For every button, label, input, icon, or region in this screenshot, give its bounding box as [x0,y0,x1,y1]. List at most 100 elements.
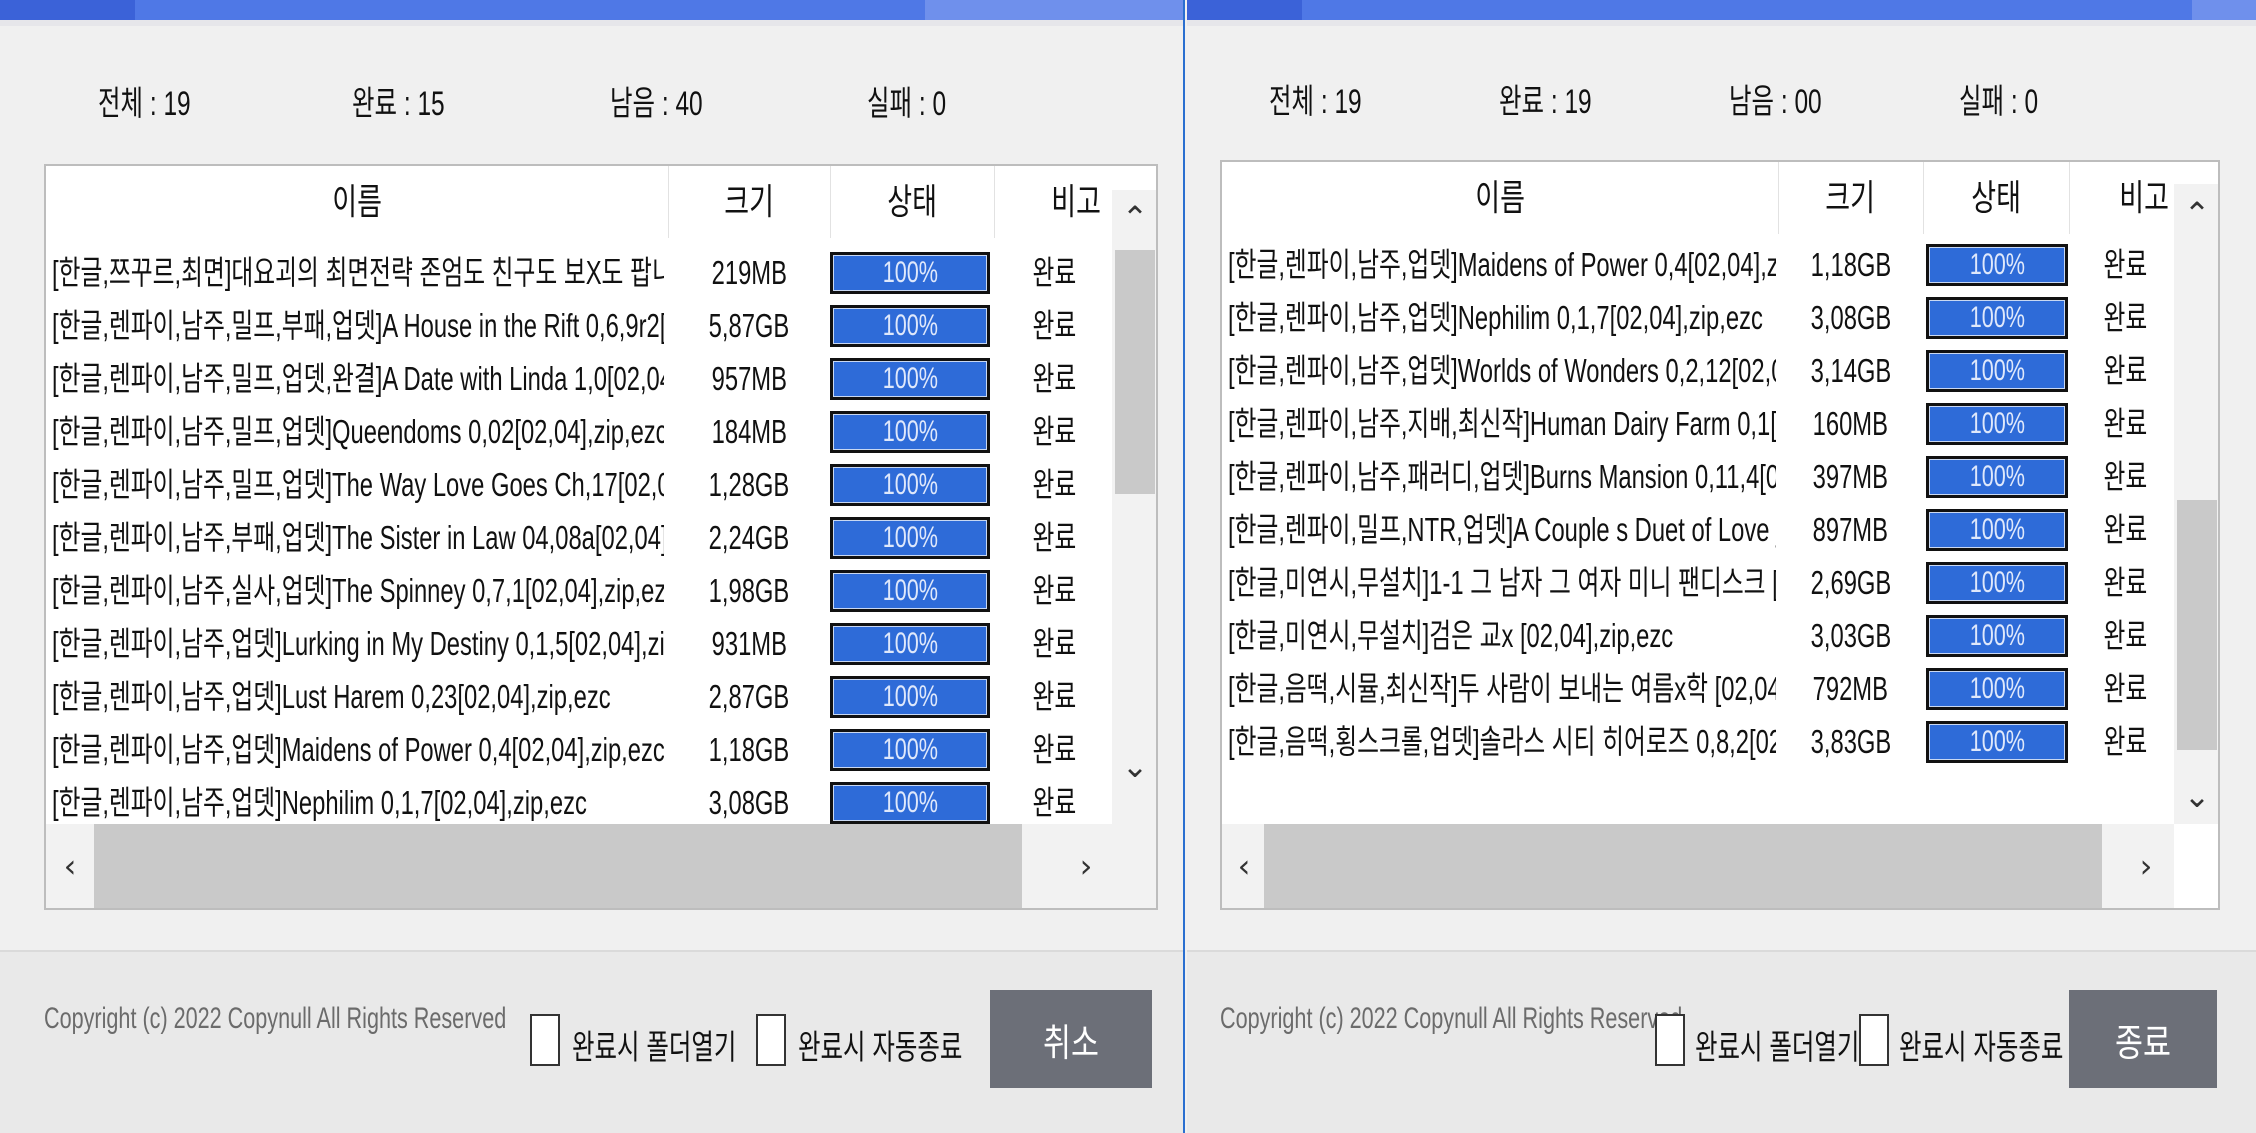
horizontal-scrollbar[interactable]: ‹ › [1222,824,2174,908]
column-header-size[interactable]: 크기 [1778,162,1923,234]
footer: Copyright (c) 2022 Copynull All Rights R… [0,950,1183,1133]
progress-bar: 100% [830,305,990,347]
column-header-name[interactable]: 이름 [1222,162,1778,234]
file-size: 3,08GB [708,784,790,821]
status-note: 완료 [2103,405,2147,442]
file-name: [한글,렌파이,남주,업뎃]Nephilim 0,1,7[02,04],zip,… [52,784,587,821]
open-folder-checkbox[interactable] [1655,1014,1685,1066]
column-header-size[interactable]: 크기 [668,166,830,238]
auto-exit-checkbox[interactable] [1859,1014,1889,1066]
progress-percent: 100% [1969,407,2025,440]
progress-percent: 100% [882,362,938,395]
table-row[interactable]: [한글,쯔꾸르,최면]대요괴의 최면전략 존엄도 친구도 보X도 팝니다 219M… [46,246,1156,299]
file-size: 1,28GB [708,466,790,503]
status-note: 완료 [2103,299,2147,336]
stat-total: 전체 : 19 [1269,83,1362,121]
progress-percent: 100% [882,680,938,713]
progress-percent: 100% [882,574,938,607]
vertical-scrollbar[interactable]: ⌃ ⌄ [1112,190,1156,908]
stat-failed: 실패 : 0 [867,85,947,123]
column-header-name[interactable]: 이름 [46,166,668,238]
file-size: 184MB [711,413,787,450]
table-row[interactable]: [한글,렌파이,남주,업뎃]Nephilim 0,1,7[02,04],zip,… [46,776,1156,829]
status-note: 완료 [2103,458,2147,495]
table-row[interactable]: [한글,음떡,횡스크롤,업뎃]솔라스 시티 히어로즈 0,8,2[02,04],… [1222,715,2218,768]
vertical-scroll-thumb[interactable] [1115,250,1155,494]
progress-bar: 100% [1926,562,2068,604]
table-row[interactable]: [한글,렌파이,남주,실사,업뎃]The Spinney 0,7,1[02,04… [46,564,1156,617]
progress-bar: 100% [830,358,990,400]
scroll-down-arrow-icon[interactable]: ⌄ [1115,744,1155,788]
file-size: 397MB [1812,458,1889,495]
file-size: 897MB [1812,511,1889,548]
file-list: 이름 크기 상태 비고 [한글,렌파이,남주,업뎃]Maidens of Pow… [1220,160,2220,910]
table-row[interactable]: [한글,렌파이,남주,지배,최신작]Human Dairy Farm 0,1[0… [1222,397,2218,450]
progress-percent: 100% [882,786,938,819]
table-row[interactable]: [한글,음떡,시뮬,최신작]두 사람이 보내는 여름x학 [02,04],zip… [1222,662,2218,715]
progress-bar: 100% [830,411,990,453]
scroll-down-arrow-icon[interactable]: ⌄ [2177,774,2217,818]
table-row[interactable]: [한글,렌파이,남주,업뎃]Maidens of Power 0,4[02,04… [46,723,1156,776]
file-size: 2,69GB [1810,564,1891,601]
auto-exit-checkbox[interactable] [756,1014,786,1066]
file-size: 792MB [1812,670,1889,707]
column-header-status[interactable]: 상태 [830,166,994,238]
status-note: 완료 [2103,352,2147,389]
progress-percent: 100% [1969,354,2025,387]
status-note: 완료 [2103,511,2147,548]
file-list: 이름 크기 상태 비고 [한글,쯔꾸르,최면]대요괴의 최면전략 존엄도 친구도… [44,164,1158,910]
status-note: 완료 [2103,617,2147,654]
progress-bar: 100% [1926,721,2068,763]
status-note: 완료 [1032,731,1076,768]
file-name: [한글,렌파이,밀프,NTR,업뎃]A Couple s Duet of Lov… [1228,511,1776,548]
horizontal-scroll-thumb[interactable] [94,824,1022,908]
scroll-right-arrow-icon[interactable]: › [2126,844,2166,888]
vertical-scrollbar[interactable]: ⌃ ⌄ [2174,184,2218,824]
scroll-up-arrow-icon[interactable]: ⌃ [1115,196,1155,240]
progress-percent: 100% [1969,619,2025,652]
table-row[interactable]: [한글,미연시,무설치]검은 교x [02,04],zip,ezc 3,03GB 1… [1222,609,2218,662]
auto-exit-label: 완료시 자동종료 [798,1029,963,1067]
scroll-left-arrow-icon[interactable]: ‹ [1224,844,1264,888]
file-size: 3,14GB [1810,352,1891,389]
file-name: [한글,렌파이,남주,지배,최신작]Human Dairy Farm 0,1[0… [1228,405,1776,442]
table-row[interactable]: [한글,렌파이,남주,업뎃]Maidens of Power 0,4[02,04… [1222,238,2218,291]
horizontal-scrollbar[interactable]: ‹ › [46,824,1112,908]
table-row[interactable]: [한글,렌파이,밀프,NTR,업뎃]A Couple s Duet of Lov… [1222,503,2218,556]
table-row[interactable]: [한글,렌파이,남주,밀프,업뎃]The Way Love Goes Ch,17… [46,458,1156,511]
open-folder-checkbox[interactable] [530,1014,560,1066]
download-window-left: 전체 : 19 완료 : 15 남음 : 40 실패 : 0 이름 크기 상태 … [0,0,1185,1133]
file-name: [한글,렌파이,남주,업뎃]Lust Harem 0,23[02,04],zip… [52,678,611,715]
scroll-right-arrow-icon[interactable]: › [1066,844,1106,888]
progress-percent: 100% [1969,725,2025,758]
horizontal-scroll-thumb[interactable] [1264,824,2102,908]
table-row[interactable]: [한글,렌파이,남주,업뎃]Nephilim 0,1,7[02,04],zip,… [1222,291,2218,344]
table-row[interactable]: [한글,렌파이,남주,부패,업뎃]The Sister in Law 04,08… [46,511,1156,564]
table-row[interactable]: [한글,렌파이,남주,밀프,업뎃,완결]A Date with Linda 1,… [46,352,1156,405]
file-name: [한글,렌파이,남주,밀프,업뎃]Queendoms 0,02[02,04],z… [52,413,664,450]
table-row[interactable]: [한글,렌파이,남주,업뎃]Worlds of Wonders 0,2,12[0… [1222,344,2218,397]
column-header-status[interactable]: 상태 [1923,162,2069,234]
stat-done: 완료 : 15 [352,85,445,123]
table-row[interactable]: [한글,미연시,무설치]1-1 그 남자 그 여자 미니 팬디스크 [02,04… [1222,556,2218,609]
table-row[interactable]: [한글,렌파이,남주,업뎃]Lust Harem 0,23[02,04],zip… [46,670,1156,723]
file-size: 1,18GB [708,731,790,768]
file-name: [한글,렌파이,남주,업뎃]Maidens of Power 0,4[02,04… [1228,246,1776,283]
table-row[interactable]: [한글,렌파이,남주,패러디,업뎃]Burns Mansion 0,11,4[0… [1222,450,2218,503]
table-row[interactable]: [한글,렌파이,남주,밀프,업뎃]Queendoms 0,02[02,04],z… [46,405,1156,458]
table-row[interactable]: [한글,렌파이,남주,밀프,부패,업뎃]A House in the Rift … [46,299,1156,352]
progress-bar: 100% [830,252,990,294]
file-name: [한글,미연시,무설치]1-1 그 남자 그 여자 미니 팬디스크 [02,04… [1228,564,1776,601]
scroll-up-arrow-icon[interactable]: ⌃ [2177,192,2217,236]
file-size: 160MB [1812,405,1889,442]
stat-done: 완료 : 19 [1499,83,1592,121]
table-row[interactable]: [한글,렌파이,남주,업뎃]Lurking in My Destiny 0,1,… [46,617,1156,670]
file-size: 3,08GB [1810,299,1891,336]
vertical-scroll-thumb[interactable] [2177,500,2217,750]
file-size: 2,24GB [708,519,790,556]
scroll-left-arrow-icon[interactable]: ‹ [50,844,90,888]
cancel-button[interactable]: 취소 [990,990,1152,1088]
status-note: 완료 [1032,519,1076,556]
exit-button[interactable]: 종료 [2069,990,2217,1088]
status-note: 완료 [1032,678,1076,715]
